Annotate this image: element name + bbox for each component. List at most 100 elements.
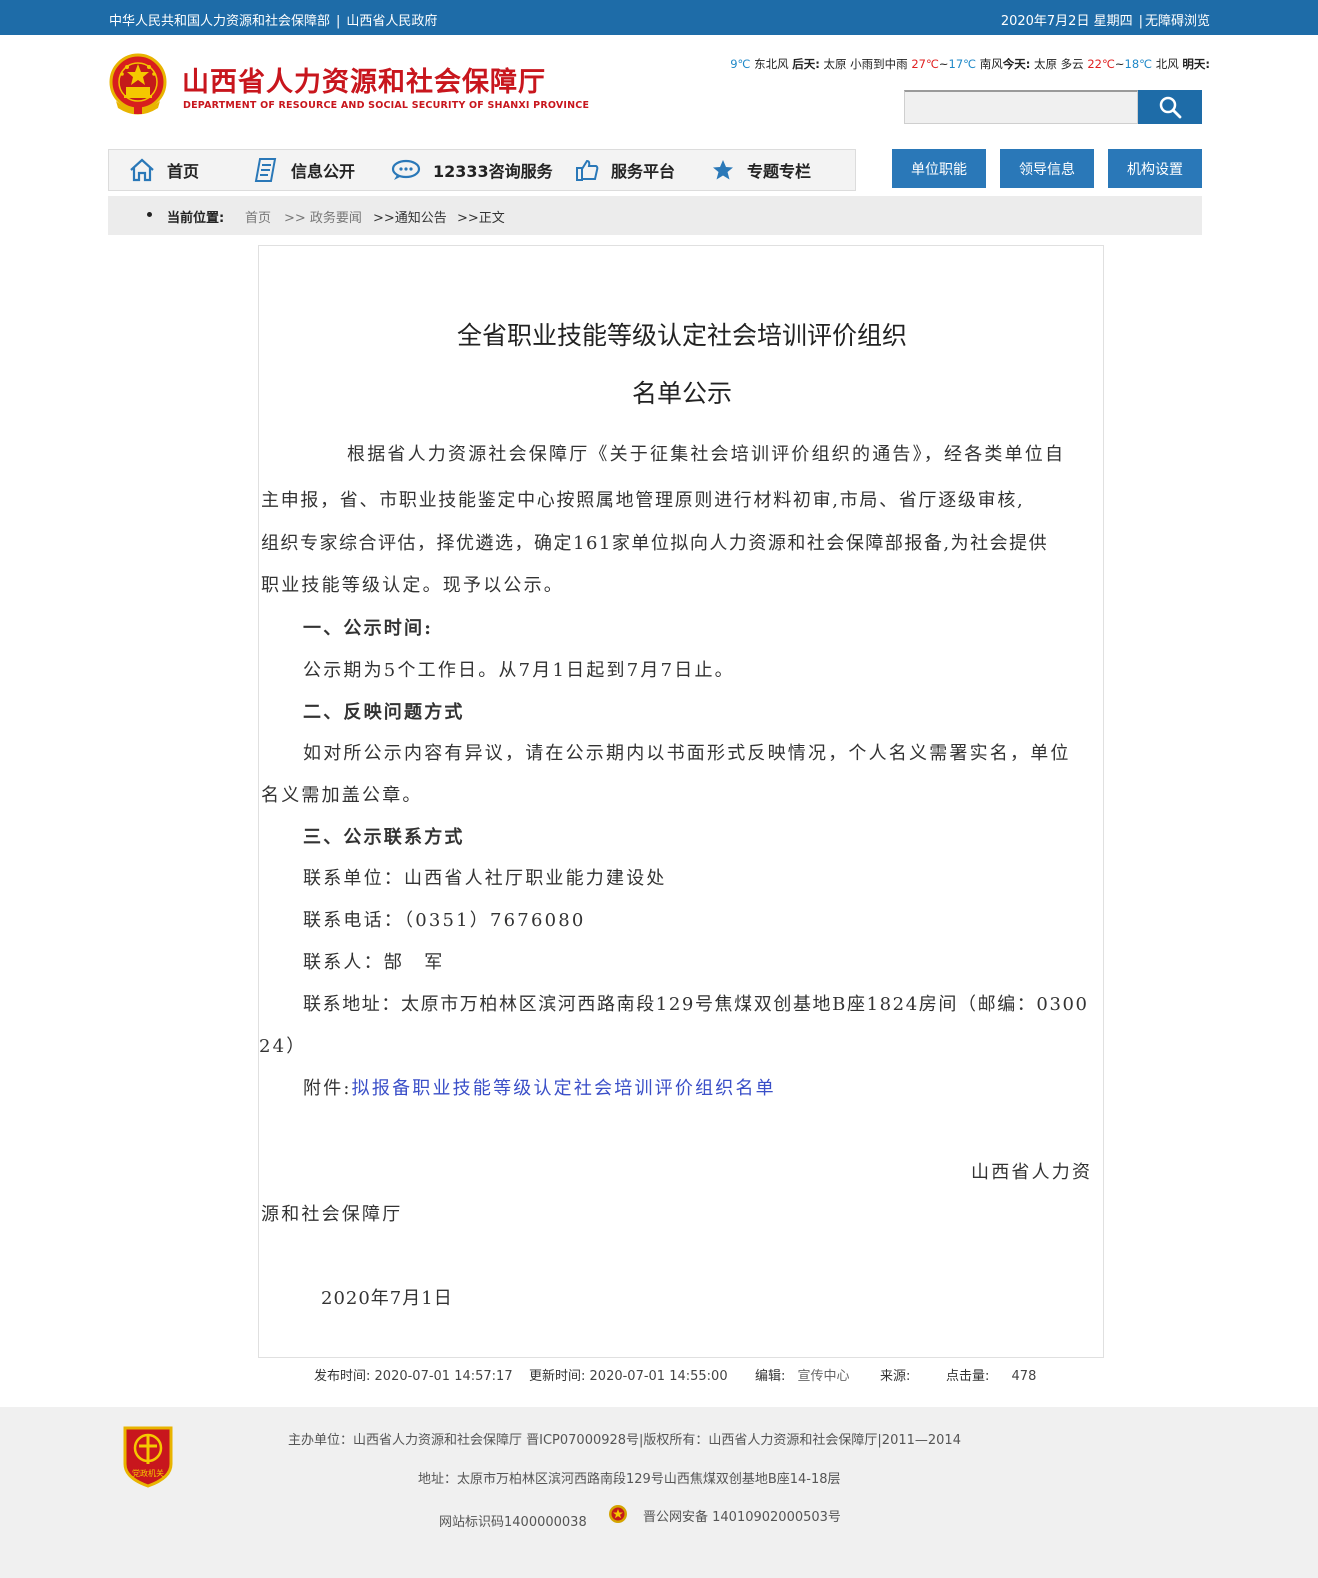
paragraph-line: 职业技能等级认定。现予以公示。 (261, 575, 564, 596)
breadcrumb: 当前位置: 首页 >> 政务要闻 >>通知公告 >>正文 (108, 196, 1202, 235)
nav-item-info[interactable]: 信息公开 (253, 150, 355, 190)
temp-high: 22℃ (1087, 57, 1115, 71)
badge-label: 党政机关 (132, 1468, 164, 1478)
site-title[interactable]: 山西省人力资源和社会保障厅 (182, 60, 546, 99)
party-government-badge[interactable]: 党政机关 (121, 1424, 175, 1488)
top-right: 2020年7月2日 星期四 | 无障碍浏览 (1001, 10, 1210, 29)
view-count: 点击量: 478 (946, 1365, 1036, 1384)
day-label: 后天: (792, 57, 820, 71)
weather-cond: 太原 多云 (1034, 57, 1084, 71)
article-title-line1: 全省职业技能等级认定社会培训评价组织 (456, 321, 907, 350)
section-heading: 二、反映问题方式 (303, 702, 465, 723)
breadcrumb-news[interactable]: >> 政务要闻 (284, 207, 362, 226)
breadcrumb-notice[interactable]: >>通知公告 (373, 207, 447, 226)
top-bar: 中华人民共和国人力资源和社会保障部 | 山西省人民政府 2020年7月2日 星期四 |… (0, 0, 1318, 35)
article-title-line2: 名单公示 (631, 379, 732, 408)
footer-site-id: 网站标识码1400000038 (439, 1515, 587, 1530)
org-structure-button[interactable]: 机构设置 (1108, 149, 1202, 188)
current-date: 2020年7月2日 星期四 (1000, 14, 1133, 29)
divider: | (336, 14, 341, 29)
tilde: ~ (1114, 57, 1125, 71)
feedback-text: 如对所公示内容有异议，请在公示期内以书面形式反映情况，个人名义需署实名，单位 (303, 743, 1071, 764)
national-emblem-logo[interactable] (108, 53, 168, 115)
attachment-label: 附件: (303, 1078, 352, 1099)
wind: 北风 (1155, 57, 1179, 71)
section-heading: 三、公示联系方式 (303, 827, 465, 848)
meta-value: 478 (1011, 1369, 1037, 1384)
star-icon (713, 160, 733, 180)
meta-label: 来源: (880, 1369, 911, 1384)
footer-address: 地址：太原市万柏林区滨河西路南段129号山西焦煤双创基地B座14-18层 (418, 1472, 841, 1487)
contact-unit: 联系单位：山西省人社厅职业能力建设处 (303, 868, 667, 889)
home-icon (130, 158, 154, 182)
paragraph-line: 组织专家综合评估，择优遴选，确定161家单位拟向人力资源和社会保障部报备,为社会… (261, 533, 1049, 554)
nav-label: 12333咨询服务 (433, 162, 553, 181)
paragraph-line: 根据省人力资源社会保障厅《关于征集社会培训评价组织的通告》，经各类单位自 (347, 444, 1066, 465)
shanxi-gov-link[interactable]: 山西省人民政府 (346, 14, 437, 29)
publish-time: 发布时间: 2020-07-01 14:57:17 (314, 1365, 513, 1384)
meta-label: 更新时间: (529, 1369, 586, 1384)
breadcrumb-current: >>正文 (457, 211, 505, 226)
temp-low: 18℃ (1124, 57, 1153, 71)
meta-label: 编辑: (755, 1369, 786, 1384)
contact-person: 联系人：郜 军 (303, 952, 445, 973)
day-label: 明天: (1182, 57, 1210, 71)
paragraph-line: 主申报，省、市职业技能鉴定中心按照属地管理原则进行材料初审,市局、省厅逐级审核, (261, 490, 1025, 511)
meta-label: 发布时间: (314, 1369, 371, 1384)
nav-item-home[interactable]: 首页 (129, 150, 199, 190)
search-input[interactable] (904, 90, 1138, 124)
nav-label: 信息公开 (291, 162, 356, 181)
weather-widget: 9℃ 东北风 后天: 太原 小雨到中雨 27℃~17℃ 南风今天: 太原 多云 … (730, 56, 1210, 72)
bullet-icon (147, 212, 152, 217)
source: 来源: (880, 1365, 910, 1384)
site-subtitle: DEPARTMENT OF RESOURCE AND SOCIAL SECURI… (183, 100, 590, 111)
signature-line: 山西省人力资 (971, 1162, 1093, 1183)
nav-item-service[interactable]: 服务平台 (575, 150, 675, 190)
footer: 主办单位：山西省人力资源和社会保障厅 晋ICP07000928号|版权所有：山西… (0, 1407, 1318, 1578)
article-body: 全省职业技能等级认定社会培训评价组织 名单公示 根据省人力资源社会保障厅《关于征… (258, 245, 1104, 1358)
meta-value: 2020-07-01 14:57:17 (374, 1369, 513, 1384)
nav-label: 专题专栏 (747, 162, 812, 181)
nav-item-special[interactable]: 专题专栏 (711, 150, 811, 190)
day-label: 今天: (1002, 57, 1031, 71)
meta-value: 宣传中心 (797, 1369, 850, 1384)
footer-police-record[interactable]: 晋公网安备 14010902000503号 (643, 1506, 841, 1525)
divider: | (1138, 14, 1143, 29)
breadcrumb-label: 当前位置: (167, 211, 225, 226)
tilde: ~ (938, 57, 949, 71)
contact-address: 联系地址：太原市万柏林区滨河西路南段129号焦煤双创基地B座1824房间（邮编：… (303, 994, 1089, 1015)
chat-icon (391, 159, 421, 180)
article-date: 2020年7月1日 (321, 1288, 453, 1309)
editor: 编辑: 宣传中心 (755, 1365, 850, 1384)
top-links: 中华人民共和国人力资源和社会保障部 | 山西省人民政府 (109, 10, 437, 29)
footer-sponsor: 主办单位：山西省人力资源和社会保障厅 晋ICP07000928号|版权所有：山西… (288, 1433, 961, 1448)
main-nav: 首页 信息公开 12333咨询服务 服务平台 专题专栏 (108, 149, 856, 191)
temp-low: 17℃ (948, 57, 977, 71)
thumbs-up-icon (576, 159, 599, 181)
breadcrumb-home[interactable]: 首页 (245, 207, 271, 226)
meta-label: 点击量: (946, 1369, 990, 1384)
feedback-text: 名义需加盖公章。 (261, 785, 423, 806)
contact-address: 24） (259, 1036, 307, 1057)
section-heading: 一、公示时间: (303, 618, 434, 639)
nav-label: 服务平台 (611, 162, 676, 181)
leader-info-button[interactable]: 领导信息 (1000, 149, 1094, 188)
unit-function-button[interactable]: 单位职能 (892, 149, 986, 188)
search-icon (1159, 96, 1182, 119)
contact-phone: 联系电话：（0351）7676080 (303, 910, 586, 931)
publicity-period: 公示期为5个工作日。从7月1日起到7月7日止。 (303, 660, 735, 681)
wind-now: 东北风 (754, 57, 789, 71)
accessibility-link[interactable]: 无障碍浏览 (1145, 14, 1210, 29)
weather-cond: 太原 小雨到中雨 (823, 57, 908, 71)
police-badge-icon[interactable] (608, 1504, 628, 1524)
attachment-link[interactable]: 拟报备职业技能等级认定社会培训评价组织名单 (352, 1078, 776, 1099)
temp-high: 27℃ (911, 57, 939, 71)
nav-label: 首页 (167, 162, 200, 181)
nav-item-12333[interactable]: 12333咨询服务 (391, 150, 553, 190)
mohrss-link[interactable]: 中华人民共和国人力资源和社会保障部 (109, 14, 330, 29)
search-button[interactable] (1138, 90, 1202, 124)
temp-now: 9℃ (730, 57, 751, 71)
meta-value: 2020-07-01 14:55:00 (589, 1369, 728, 1384)
update-time: 更新时间: 2020-07-01 14:55:00 (529, 1365, 728, 1384)
wind: 南风 (979, 57, 1003, 71)
